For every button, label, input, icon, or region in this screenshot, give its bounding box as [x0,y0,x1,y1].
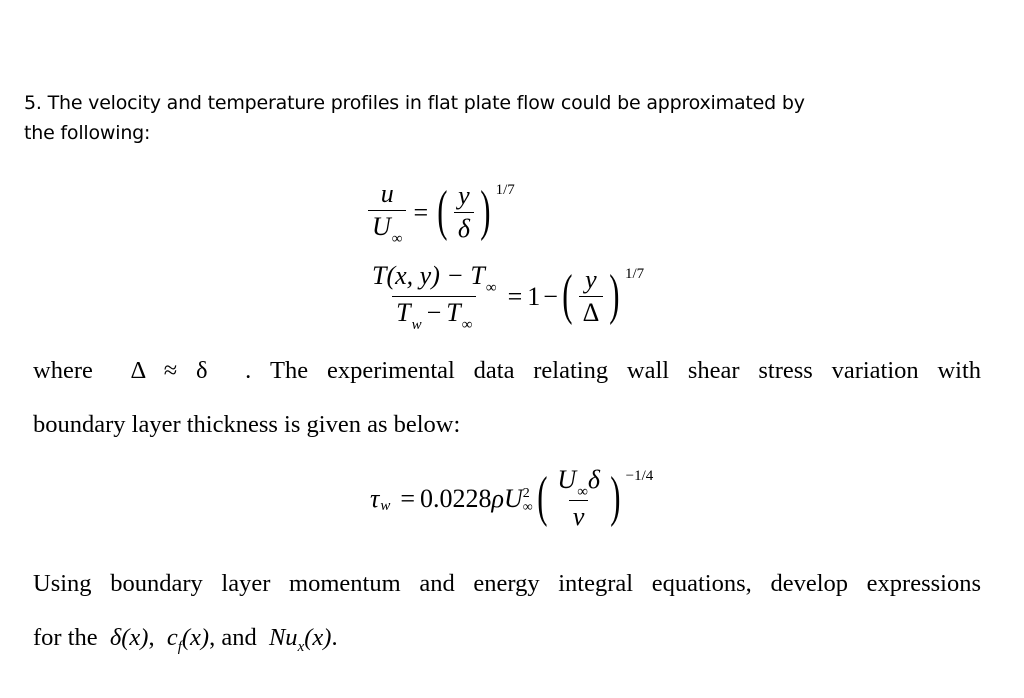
Nu-argument: (x) [304,624,332,651]
tau-symbol: τ [370,483,380,513]
equals-sign: = [413,197,429,227]
x-subscript: x [297,639,305,655]
fraction-numerator: y [458,181,470,210]
left-paren: ( [536,465,548,528]
condition-math: Δ ≈ δ [112,357,227,384]
fraction-denominator: U∞ [368,210,407,247]
numerator-text: T(x, y) − T [372,261,485,290]
right-paren: ) [609,263,620,326]
U-scripts: 2 ∞ [522,485,533,515]
condition-text: Δ ≈ δ [130,357,208,384]
T-symbol: T [446,298,461,327]
equals-sign: = [507,281,523,311]
y-over-delta-fraction: y δ [453,181,474,243]
and-text: , and [209,624,257,651]
nu-symbol: ν [568,500,589,531]
rho-symbol: ρ [491,483,504,513]
exponent: 1/7 [624,266,645,282]
Nu-symbol: Nu [268,624,298,651]
coefficient: 0.0228 [420,483,492,513]
u-symbol: u [380,179,394,208]
minus-sign: − [426,298,442,327]
comma: , [148,624,155,651]
where-text: where [33,357,93,384]
fraction-denominator: δ [453,212,474,243]
w-subscript: w [411,317,422,333]
paragraph-line-1: where Δ ≈ δ . The experimental data rela… [33,344,981,398]
reynolds-fraction: U∞δ ν [553,466,604,531]
wall-shear-stress-equation: τ w = 0.0228 ρ U 2 ∞ ( U∞δ ν ) −1/4 [370,466,653,531]
paragraph-line-2: boundary layer thickness is given as bel… [33,411,461,438]
T-symbol: T [396,298,411,327]
right-paren: ) [480,179,491,242]
fraction-numerator: y [585,265,597,294]
U-symbol: U [503,483,523,513]
left-paren: ( [562,263,573,326]
temperature-ratio-fraction: T(x, y) − T∞ Tw − T∞ [368,261,501,334]
period: . [331,624,338,651]
infinity-subscript: ∞ [522,499,533,515]
c-symbol: c [166,624,178,651]
heading-line-1: 5. The velocity and temperature profiles… [24,92,805,114]
w-subscript: w [380,498,391,514]
paragraph-line-1: Using boundary layer momentum and energy… [33,570,981,597]
U-symbol: U [557,465,577,494]
exponent: −1/4 [625,468,654,484]
temperature-profile-equation: T(x, y) − T∞ Tw − T∞ = 1 − ( y Δ ) 1/7 [366,261,645,334]
paragraph-task: Using boundary layer momentum and energy… [33,557,981,665]
velocity-ratio-fraction: u U∞ [368,180,407,247]
U-symbol: U [372,212,391,241]
heading-line-2: the following: [24,122,151,144]
velocity-profile-equation: u U∞ = ( y δ ) 1/7 [366,179,515,247]
infinity-subscript: ∞ [391,231,403,247]
for-the-text: for the [33,624,98,651]
minus-sign: − [543,281,558,311]
infinity-subscript: ∞ [577,484,588,500]
infinity-subscript: ∞ [461,317,473,333]
paragraph-where: where Δ ≈ δ . The experimental data rela… [33,344,981,452]
paragraph-line-2: for the δ(x), cf(x), and Nux(x). [33,611,981,665]
equals-sign: = [400,483,415,513]
infinity-subscript: ∞ [485,280,497,296]
fraction-numerator: T(x, y) − T∞ [368,261,501,297]
cf-argument: (x) [181,624,210,651]
fraction-denominator: Δ [578,296,604,327]
left-paren: ( [437,179,448,242]
one: 1 [527,281,541,311]
squared-superscript: 2 [522,485,530,501]
fraction-numerator: U∞δ [553,465,604,501]
fraction-denominator: Tw − T∞ [392,296,477,333]
exponent: 1/7 [495,182,515,198]
fraction-numerator: u [377,180,398,210]
right-paren: ) [610,465,621,528]
delta-symbol: δ [587,465,600,494]
y-over-Delta-fraction: y Δ [578,265,604,327]
delta-of-x: δ(x) [109,624,149,651]
line-1-rest: . The experimental data relating wall sh… [245,357,982,384]
problem-heading: 5. The velocity and temperature profiles… [24,88,924,148]
f-subscript: f [177,639,182,655]
